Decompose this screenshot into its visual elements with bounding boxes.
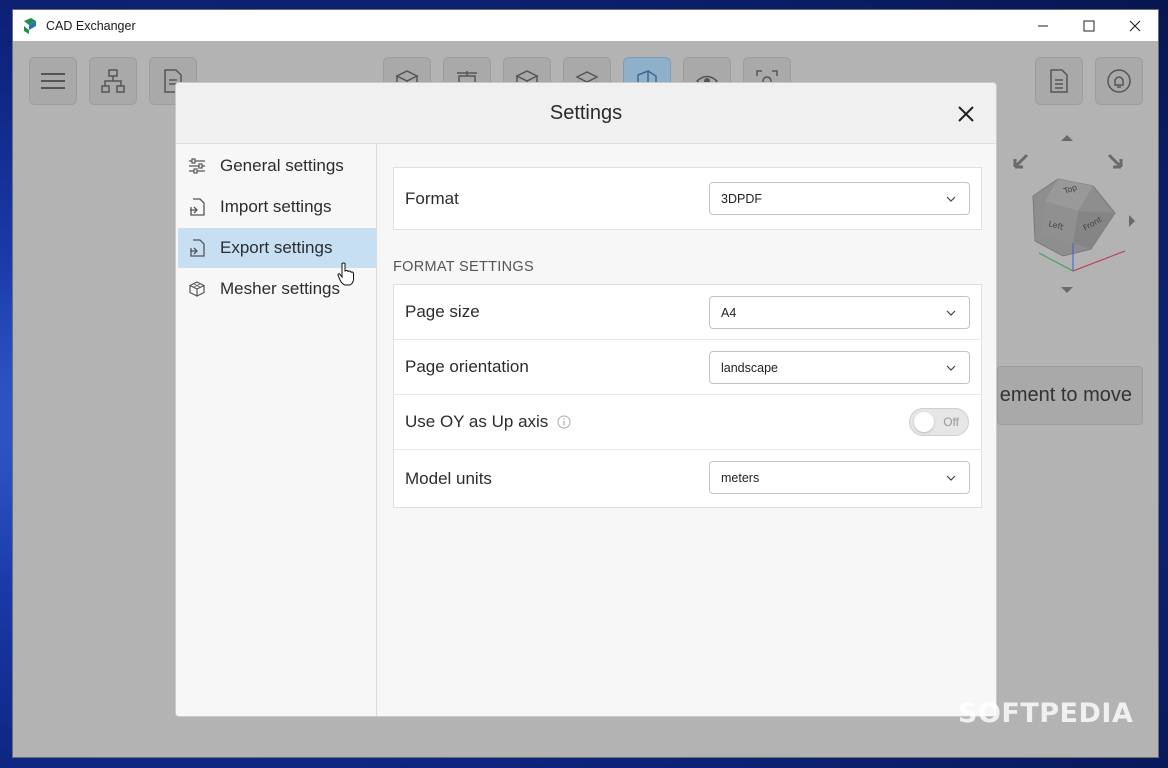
report-button[interactable] xyxy=(1035,57,1083,105)
dialog-header: Settings xyxy=(176,83,996,144)
page-orientation-select[interactable]: landscape xyxy=(709,351,970,384)
page-orientation-row: Page orientation landscape xyxy=(394,340,981,395)
hint-panel: ement to move xyxy=(997,366,1143,425)
up-axis-row: Use OY as Up axis Off xyxy=(394,395,981,450)
chevron-down-icon xyxy=(946,475,956,481)
sliders-icon xyxy=(188,157,206,175)
page-size-select[interactable]: A4 xyxy=(709,296,970,329)
sidebar-item-import[interactable]: Import settings xyxy=(178,187,376,227)
mesh-cube-icon xyxy=(188,280,206,298)
model-units-row: Model units meters xyxy=(394,450,981,507)
model-units-label: Model units xyxy=(405,468,492,488)
format-select[interactable]: 3DPDF xyxy=(709,182,970,215)
structure-tree-button[interactable] xyxy=(89,57,137,105)
settings-dialog: Settings General settings Import setting… xyxy=(175,82,997,717)
section-title: FORMAT SETTINGS xyxy=(393,259,534,275)
maximize-button[interactable] xyxy=(1066,10,1112,41)
format-row: Format 3DPDF xyxy=(394,168,981,229)
model-units-select[interactable]: meters xyxy=(709,461,970,494)
settings-content: Format 3DPDF FORMAT SETTINGS Page size A… xyxy=(378,144,996,716)
hint-text: ement to move xyxy=(999,384,1132,406)
format-label: Format xyxy=(405,188,459,208)
sidebar-item-general[interactable]: General settings xyxy=(178,146,376,186)
settings-sidebar: General settings Import settings Export … xyxy=(176,144,377,716)
dialog-close-button[interactable] xyxy=(954,102,978,126)
title-bar: CAD Exchanger xyxy=(13,10,1158,41)
maximize-icon xyxy=(1083,20,1095,31)
page-orientation-label: Page orientation xyxy=(405,357,529,376)
format-card: Format 3DPDF xyxy=(393,167,982,230)
sidebar-item-label: Export settings xyxy=(220,238,333,257)
rotate-left-arrow-icon[interactable] xyxy=(1013,153,1029,169)
sidebar-item-label: Import settings xyxy=(220,197,332,216)
softpedia-watermark: SOFTPEDIA xyxy=(958,698,1134,729)
close-icon xyxy=(958,106,974,122)
window-title: CAD Exchanger xyxy=(46,18,136,33)
chevron-down-icon xyxy=(946,310,956,316)
chevron-down-icon xyxy=(946,365,956,371)
info-icon[interactable] xyxy=(557,415,571,429)
minimize-button[interactable] xyxy=(1020,10,1066,41)
up-axis-label: Use OY as Up axis xyxy=(405,412,549,431)
minimize-icon xyxy=(1038,25,1048,26)
up-axis-toggle[interactable]: Off xyxy=(909,408,969,436)
page-size-label: Page size xyxy=(405,302,480,321)
sidebar-item-label: Mesher settings xyxy=(220,279,340,298)
toggle-knob xyxy=(914,412,934,432)
page-size-value: A4 xyxy=(721,305,737,320)
menu-icon xyxy=(41,73,65,89)
cad-exchanger-logo xyxy=(24,17,36,34)
structure-tree-icon xyxy=(101,69,125,93)
format-settings-card: Page size A4 Page orientation landscape … xyxy=(393,284,982,508)
close-icon xyxy=(1129,20,1141,31)
document-icon xyxy=(1050,69,1068,93)
toggle-state-text: Off xyxy=(943,415,959,429)
menu-button[interactable] xyxy=(29,57,77,105)
notification-icon xyxy=(1107,69,1131,93)
up-axis-label-wrap: Use OY as Up axis xyxy=(405,412,571,432)
format-value: 3DPDF xyxy=(721,191,762,206)
chevron-down-icon xyxy=(946,196,956,202)
rotate-right-arrow-icon[interactable] xyxy=(1107,153,1123,169)
dialog-title: Settings xyxy=(549,101,623,124)
page-size-row: Page size A4 xyxy=(394,285,981,340)
page-orientation-value: landscape xyxy=(721,360,778,375)
view-cube[interactable]: Top Front Left xyxy=(1003,131,1143,301)
view-up-arrow-icon[interactable] xyxy=(1061,135,1073,141)
view-right-arrow-icon[interactable] xyxy=(1129,215,1135,227)
view-down-arrow-icon[interactable] xyxy=(1061,287,1073,293)
hand-cursor-icon xyxy=(337,262,354,286)
import-file-icon xyxy=(188,198,206,216)
model-units-value: meters xyxy=(721,470,760,485)
sidebar-item-label: General settings xyxy=(220,156,344,175)
export-file-icon xyxy=(188,239,206,257)
close-window-button[interactable] xyxy=(1112,10,1158,41)
notifications-button[interactable] xyxy=(1095,57,1143,105)
